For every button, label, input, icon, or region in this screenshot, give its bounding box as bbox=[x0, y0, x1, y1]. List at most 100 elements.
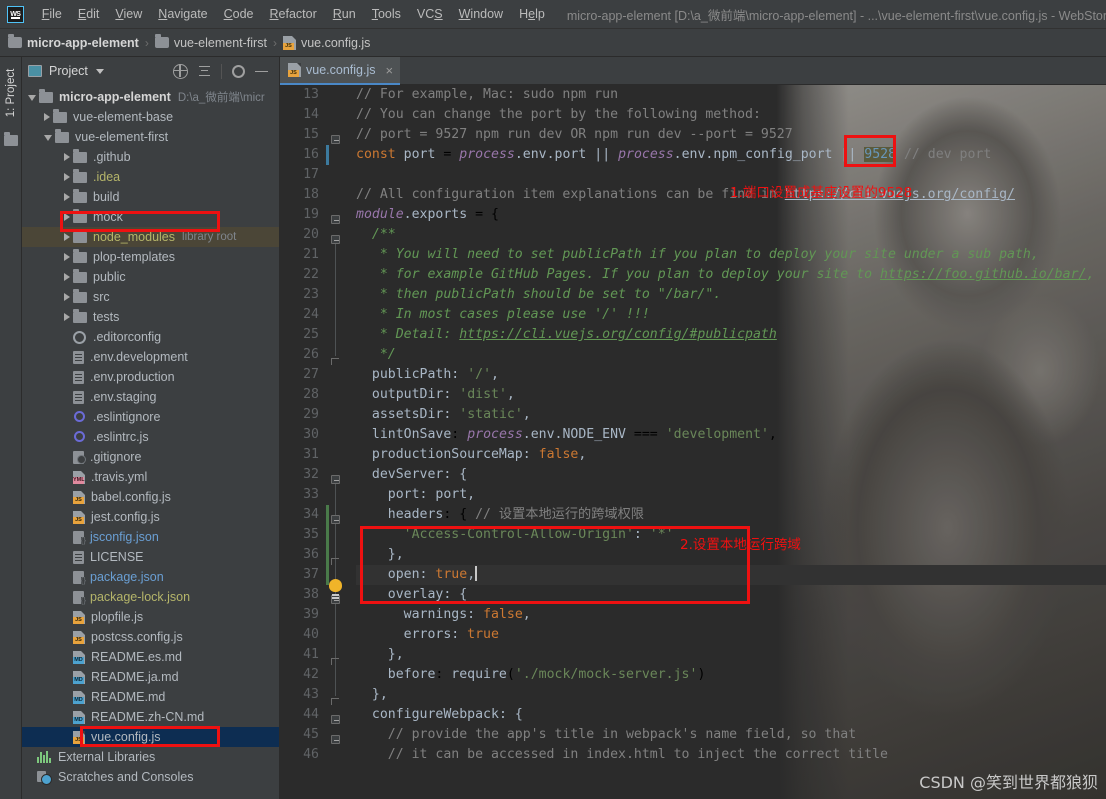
editor-tab-vue-config[interactable]: vue.config.js × bbox=[280, 57, 401, 85]
fold-marker-line26[interactable] bbox=[331, 355, 340, 365]
project-tree[interactable]: micro-app-element D:\a_微前端\micr vue-elemen… bbox=[22, 85, 279, 799]
tree-item-postcss-config-js[interactable]: JS postcss.config.js bbox=[22, 627, 279, 647]
tree-item-mock[interactable]: mock bbox=[22, 207, 279, 227]
breadcrumb-item-project[interactable]: micro-app-element bbox=[8, 34, 139, 50]
chevron-right-icon[interactable] bbox=[64, 273, 70, 281]
tree-item-readme-ja-md[interactable]: MD README.ja.md bbox=[22, 667, 279, 687]
tree-item-jest-config-js[interactable]: JS jest.config.js bbox=[22, 507, 279, 527]
code-line-23[interactable]: * then publicPath should be set to "/bar… bbox=[356, 285, 1106, 305]
menu-item-window[interactable]: Window bbox=[451, 4, 511, 24]
tree-item-scratches-and-consoles[interactable]: Scratches and Consoles bbox=[22, 767, 279, 787]
change-marker[interactable] bbox=[326, 145, 329, 165]
tree-item-node-modules[interactable]: node_modules library root bbox=[22, 227, 279, 247]
tree-item-micro-app-element[interactable]: micro-app-element D:\a_微前端\micr bbox=[22, 87, 279, 107]
code-line-44[interactable]: configureWebpack: { bbox=[356, 705, 1106, 725]
code-line-37[interactable]: open: true, bbox=[356, 565, 1106, 585]
fold-marker-line20[interactable] bbox=[331, 235, 340, 244]
tree-item-vue-config-js[interactable]: JS vue.config.js bbox=[22, 727, 279, 747]
tree-item-external-libraries[interactable]: External Libraries bbox=[22, 747, 279, 767]
chevron-right-icon[interactable] bbox=[64, 153, 70, 161]
chevron-right-icon[interactable] bbox=[44, 113, 50, 121]
menu-item-tools[interactable]: Tools bbox=[364, 4, 409, 24]
tree-item-license[interactable]: LICENSE bbox=[22, 547, 279, 567]
tree-item-readme-es-md[interactable]: MD README.es.md bbox=[22, 647, 279, 667]
tree-item--eslintignore[interactable]: .eslintignore bbox=[22, 407, 279, 427]
tree-item-package-json[interactable]: package.json bbox=[22, 567, 279, 587]
tree-item-public[interactable]: public bbox=[22, 267, 279, 287]
close-icon[interactable]: × bbox=[385, 64, 393, 77]
code-line-22[interactable]: * for example GitHub Pages. If you plan … bbox=[356, 265, 1106, 285]
chevron-right-icon[interactable] bbox=[64, 173, 70, 181]
fold-marker-line32[interactable] bbox=[331, 475, 340, 484]
menu-item-navigate[interactable]: Navigate bbox=[150, 4, 215, 24]
fold-marker-line45[interactable] bbox=[331, 735, 340, 744]
chevron-right-icon[interactable] bbox=[64, 233, 70, 241]
fold-marker-line36[interactable] bbox=[331, 555, 340, 565]
code-line-28[interactable]: outputDir: 'dist', bbox=[356, 385, 1106, 405]
tree-item--env-staging[interactable]: .env.staging bbox=[22, 387, 279, 407]
tree-item-jsconfig-json[interactable]: jsconfig.json bbox=[22, 527, 279, 547]
code-line-16[interactable]: const port = process.env.port || process… bbox=[356, 145, 1106, 165]
menu-item-edit[interactable]: Edit bbox=[70, 4, 108, 24]
menu-item-run[interactable]: Run bbox=[325, 4, 364, 24]
tree-item-build[interactable]: build bbox=[22, 187, 279, 207]
chevron-right-icon[interactable] bbox=[64, 313, 70, 321]
fold-marker-line38[interactable] bbox=[331, 595, 340, 604]
code-line-46[interactable]: // it can be accessed in index.html to i… bbox=[356, 745, 1106, 765]
tree-item-plopfile-js[interactable]: JS plopfile.js bbox=[22, 607, 279, 627]
locate-icon[interactable] bbox=[173, 63, 188, 79]
intention-bulb-icon[interactable] bbox=[329, 579, 342, 596]
code-line-27[interactable]: publicPath: '/', bbox=[356, 365, 1106, 385]
hide-panel-icon[interactable] bbox=[255, 64, 270, 79]
code-line-33[interactable]: port: port, bbox=[356, 485, 1106, 505]
tool-window-tab-project[interactable]: 1: Project bbox=[0, 59, 22, 127]
code-line-26[interactable]: */ bbox=[356, 345, 1106, 365]
tree-item--editorconfig[interactable]: .editorconfig bbox=[22, 327, 279, 347]
code-line-34[interactable]: headers: { // 设置本地运行的跨域权限 bbox=[356, 505, 1106, 525]
chevron-right-icon[interactable] bbox=[64, 253, 70, 261]
code-line-38[interactable]: overlay: { bbox=[356, 585, 1106, 605]
code-line-20[interactable]: /** bbox=[356, 225, 1106, 245]
tree-item--env-development[interactable]: .env.development bbox=[22, 347, 279, 367]
code-line-13[interactable]: // For example, Mac: sudo npm run bbox=[356, 85, 1106, 105]
settings-gear-icon[interactable] bbox=[232, 64, 245, 78]
chevron-right-icon[interactable] bbox=[64, 213, 70, 221]
tree-item--eslintrc-js[interactable]: .eslintrc.js bbox=[22, 427, 279, 447]
code-line-42[interactable]: before: require('./mock/mock-server.js') bbox=[356, 665, 1106, 685]
code-line-21[interactable]: * You will need to set publicPath if you… bbox=[356, 245, 1106, 265]
fold-marker-line15[interactable] bbox=[331, 135, 340, 144]
code-line-24[interactable]: * In most cases please use '/' !!! bbox=[356, 305, 1106, 325]
code-line-40[interactable]: errors: true bbox=[356, 625, 1106, 645]
code-line-43[interactable]: }, bbox=[356, 685, 1106, 705]
code-line-15[interactable]: // port = 9527 npm run dev OR npm run de… bbox=[356, 125, 1106, 145]
code-line-39[interactable]: warnings: false, bbox=[356, 605, 1106, 625]
chevron-right-icon[interactable] bbox=[64, 293, 70, 301]
tree-item-vue-element-first[interactable]: vue-element-first bbox=[22, 127, 279, 147]
code-line-31[interactable]: productionSourceMap: false, bbox=[356, 445, 1106, 465]
change-marker[interactable] bbox=[326, 505, 329, 585]
menu-item-view[interactable]: View bbox=[107, 4, 150, 24]
code-text[interactable]: // For example, Mac: sudo npm run// You … bbox=[348, 85, 1106, 799]
tree-item--gitignore[interactable]: .gitignore bbox=[22, 447, 279, 467]
code-line-32[interactable]: devServer: { bbox=[356, 465, 1106, 485]
code-view[interactable]: 13 14 15 16 17 18 19 20 21 22 23 24 25 26 27 28 29 30 31 32… bbox=[280, 85, 1106, 799]
tree-item-src[interactable]: src bbox=[22, 287, 279, 307]
breadcrumb-item-module[interactable]: vue-element-first bbox=[154, 34, 267, 50]
fold-marker-line41[interactable] bbox=[331, 655, 340, 665]
tree-item--idea[interactable]: .idea bbox=[22, 167, 279, 187]
tree-item--env-production[interactable]: .env.production bbox=[22, 367, 279, 387]
tree-item-vue-element-base[interactable]: vue-element-base bbox=[22, 107, 279, 127]
fold-marker-line34[interactable] bbox=[331, 515, 340, 524]
editor-area[interactable]: 13 14 15 16 17 18 19 20 21 22 23 24 25 26 27 28 29 30 31 32… bbox=[280, 85, 1106, 799]
tree-item-tests[interactable]: tests bbox=[22, 307, 279, 327]
code-line-41[interactable]: }, bbox=[356, 645, 1106, 665]
menu-item-code[interactable]: Code bbox=[216, 4, 262, 24]
fold-marker-line43[interactable] bbox=[331, 695, 340, 705]
chevron-down-icon[interactable] bbox=[28, 95, 36, 101]
chevron-down-icon[interactable] bbox=[44, 135, 52, 141]
tree-item--github[interactable]: .github bbox=[22, 147, 279, 167]
tree-item-readme-zh-cn-md[interactable]: MD README.zh-CN.md bbox=[22, 707, 279, 727]
tree-item-plop-templates[interactable]: plop-templates bbox=[22, 247, 279, 267]
menu-item-refactor[interactable]: Refactor bbox=[262, 4, 325, 24]
code-line-45[interactable]: // provide the app's title in webpack's … bbox=[356, 725, 1106, 745]
